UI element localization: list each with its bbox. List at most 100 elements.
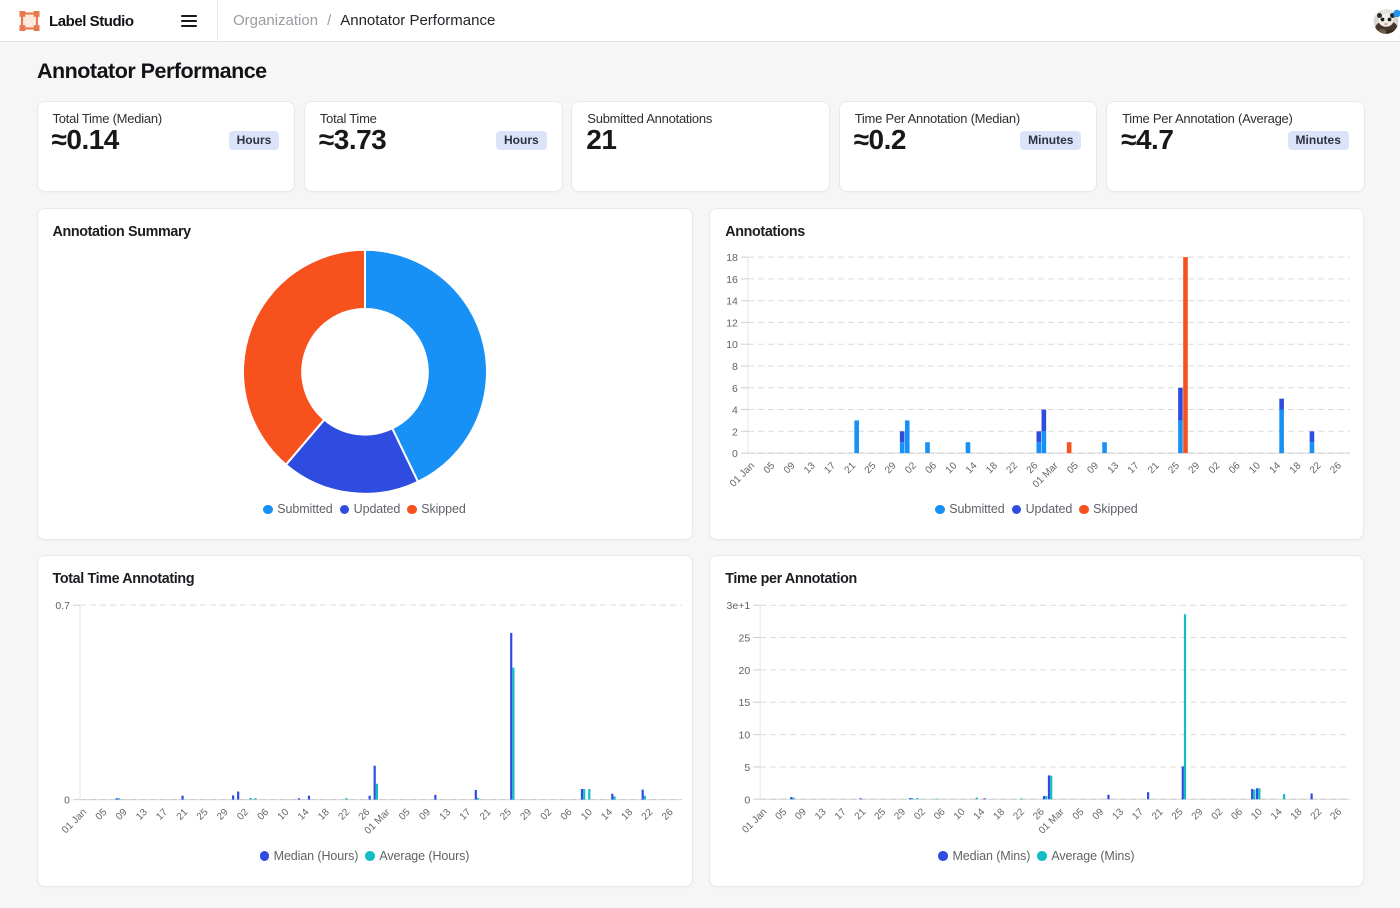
svg-text:14: 14	[1269, 807, 1285, 823]
svg-text:10: 10	[944, 461, 960, 477]
svg-text:22: 22	[1012, 807, 1028, 823]
svg-text:14: 14	[295, 807, 311, 823]
svg-text:02: 02	[235, 807, 251, 823]
svg-text:01 Jan: 01 Jan	[728, 461, 757, 490]
svg-text:25: 25	[194, 807, 210, 823]
svg-text:26: 26	[1329, 807, 1345, 823]
svg-text:02: 02	[1207, 461, 1223, 477]
svg-text:17: 17	[154, 807, 170, 823]
svg-text:13: 13	[1111, 807, 1127, 823]
svg-text:09: 09	[113, 807, 129, 823]
svg-text:22: 22	[1308, 461, 1324, 477]
svg-text:25: 25	[1167, 461, 1183, 477]
svg-text:09: 09	[1086, 461, 1102, 477]
svg-text:29: 29	[518, 807, 534, 823]
svg-text:10: 10	[1248, 461, 1264, 477]
svg-text:25: 25	[1170, 807, 1186, 823]
svg-text:8: 8	[732, 361, 738, 373]
svg-text:25: 25	[863, 461, 879, 477]
svg-text:22: 22	[1309, 807, 1325, 823]
svg-text:18: 18	[619, 807, 635, 823]
svg-text:25: 25	[873, 807, 889, 823]
svg-text:01 Jan: 01 Jan	[741, 807, 770, 836]
svg-text:05: 05	[93, 807, 109, 823]
svg-text:06: 06	[1227, 461, 1243, 477]
svg-text:10: 10	[275, 807, 291, 823]
svg-text:29: 29	[215, 807, 231, 823]
svg-text:17: 17	[457, 807, 473, 823]
svg-text:06: 06	[558, 807, 574, 823]
svg-text:17: 17	[1126, 461, 1142, 477]
svg-text:10: 10	[1249, 807, 1265, 823]
svg-text:22: 22	[639, 807, 655, 823]
svg-text:16: 16	[727, 274, 739, 286]
svg-text:26: 26	[1329, 461, 1345, 477]
svg-text:06: 06	[1230, 807, 1246, 823]
svg-text:29: 29	[1187, 461, 1203, 477]
svg-text:13: 13	[813, 807, 829, 823]
svg-text:05: 05	[1065, 461, 1081, 477]
svg-text:25: 25	[498, 807, 514, 823]
svg-text:29: 29	[1190, 807, 1206, 823]
svg-text:14: 14	[964, 461, 980, 477]
svg-text:26: 26	[660, 807, 676, 823]
svg-text:09: 09	[794, 807, 810, 823]
svg-text:21: 21	[477, 807, 493, 823]
svg-text:21: 21	[1146, 461, 1162, 477]
svg-text:0: 0	[745, 794, 751, 806]
svg-text:3e+1: 3e+1	[727, 600, 751, 612]
svg-text:4: 4	[732, 405, 738, 417]
svg-text:06: 06	[932, 807, 948, 823]
svg-text:02: 02	[904, 461, 920, 477]
svg-text:14: 14	[972, 807, 988, 823]
svg-text:21: 21	[843, 461, 859, 477]
svg-text:06: 06	[255, 807, 271, 823]
svg-text:5: 5	[745, 762, 751, 774]
svg-text:09: 09	[782, 461, 798, 477]
svg-text:18: 18	[992, 807, 1008, 823]
svg-text:21: 21	[1150, 807, 1166, 823]
svg-text:10: 10	[739, 730, 751, 742]
svg-text:10: 10	[579, 807, 595, 823]
svg-text:18: 18	[1288, 461, 1304, 477]
svg-text:02: 02	[538, 807, 554, 823]
svg-text:02: 02	[1210, 807, 1226, 823]
svg-text:18: 18	[316, 807, 332, 823]
svg-text:13: 13	[802, 461, 818, 477]
svg-text:17: 17	[823, 461, 839, 477]
svg-text:0: 0	[732, 448, 738, 460]
svg-text:15: 15	[739, 697, 751, 709]
svg-text:02: 02	[913, 807, 929, 823]
svg-text:18: 18	[1289, 807, 1305, 823]
svg-text:21: 21	[174, 807, 190, 823]
svg-text:17: 17	[1131, 807, 1147, 823]
svg-text:13: 13	[1106, 461, 1122, 477]
svg-text:21: 21	[853, 807, 869, 823]
svg-text:05: 05	[762, 461, 778, 477]
svg-text:01 Jan: 01 Jan	[60, 807, 89, 836]
svg-text:17: 17	[833, 807, 849, 823]
svg-text:29: 29	[883, 461, 899, 477]
svg-text:13: 13	[134, 807, 150, 823]
svg-text:6: 6	[732, 383, 738, 395]
svg-text:25: 25	[739, 633, 751, 645]
svg-text:05: 05	[397, 807, 413, 823]
svg-text:14: 14	[727, 296, 739, 308]
svg-text:09: 09	[1091, 807, 1107, 823]
svg-text:13: 13	[437, 807, 453, 823]
svg-text:05: 05	[1071, 807, 1087, 823]
svg-text:20: 20	[739, 665, 751, 677]
svg-text:10: 10	[727, 340, 739, 352]
svg-text:29: 29	[893, 807, 909, 823]
svg-text:06: 06	[924, 461, 940, 477]
svg-text:09: 09	[417, 807, 433, 823]
svg-text:05: 05	[774, 807, 790, 823]
svg-text:18: 18	[985, 461, 1001, 477]
svg-text:10: 10	[952, 807, 968, 823]
svg-text:18: 18	[727, 252, 739, 264]
svg-text:2: 2	[732, 427, 738, 439]
svg-text:12: 12	[727, 318, 739, 330]
svg-text:22: 22	[1005, 461, 1021, 477]
svg-text:0.7: 0.7	[55, 600, 70, 612]
svg-text:0: 0	[64, 795, 70, 807]
